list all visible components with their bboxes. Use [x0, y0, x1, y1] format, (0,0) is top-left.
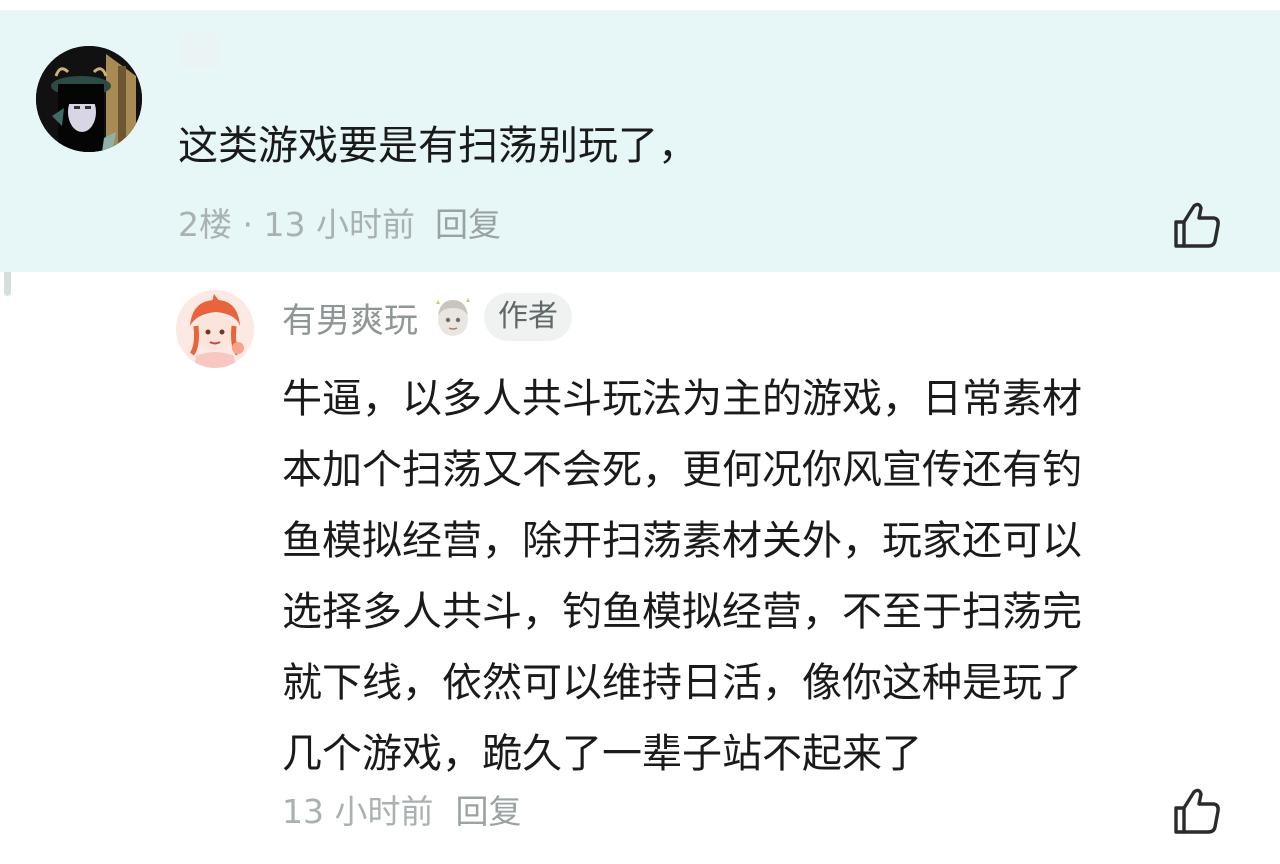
timestamp: 13 小时前: [282, 792, 434, 831]
reply-text-line: 几个游戏，跪久了一辈子站不起来了: [282, 731, 922, 777]
avatar-illustration: [176, 290, 254, 368]
reply-button[interactable]: 回复: [435, 205, 501, 244]
meta-separator: ·: [232, 205, 264, 244]
avatar[interactable]: [36, 46, 142, 152]
reply-text: 牛逼，以多人共斗玩法为主的游戏，日常素材 本加个扫荡又不会死，更何况你风宣传还有…: [282, 364, 1212, 790]
comment-thread: 这类游戏要是有扫荡别玩了， 2楼 · 13 小时前 回复 有男爽玩 作者 牛逼，…: [0, 0, 1280, 864]
avatar[interactable]: [176, 290, 254, 368]
reply-text-line: 选择多人共斗，钓鱼模拟经营，不至于扫荡完: [282, 589, 1082, 635]
author-badge: 作者: [484, 293, 572, 341]
reply-meta: 13 小时前 回复: [282, 790, 521, 834]
floor-label: 2楼: [178, 205, 232, 244]
comment-meta: 2楼 · 13 小时前 回复: [178, 203, 501, 247]
username-placeholder[interactable]: [180, 34, 220, 68]
reply-text-line: 牛逼，以多人共斗玩法为主的游戏，日常素材: [282, 376, 1082, 422]
fan-badge-icon[interactable]: [430, 294, 476, 340]
reply-button[interactable]: 回复: [455, 792, 521, 831]
comment-text: 这类游戏要是有扫荡别玩了，: [178, 123, 698, 169]
reply-text-line: 本加个扫荡又不会死，更何况你风宣传还有钓: [282, 447, 1082, 493]
reply-text-line: 就下线，依然可以维持日活，像你这种是玩了: [282, 660, 1082, 706]
timestamp: 13 小时前: [263, 205, 415, 244]
reply-header: 有男爽玩 作者: [282, 292, 572, 342]
avatar-illustration: [36, 46, 142, 152]
reply-text-line: 鱼模拟经营，除开扫荡素材关外，玩家还可以: [282, 518, 1082, 564]
thumbs-up-icon[interactable]: [1170, 784, 1224, 838]
thumbs-up-icon[interactable]: [1170, 198, 1224, 252]
username[interactable]: 有男爽玩: [282, 293, 418, 342]
